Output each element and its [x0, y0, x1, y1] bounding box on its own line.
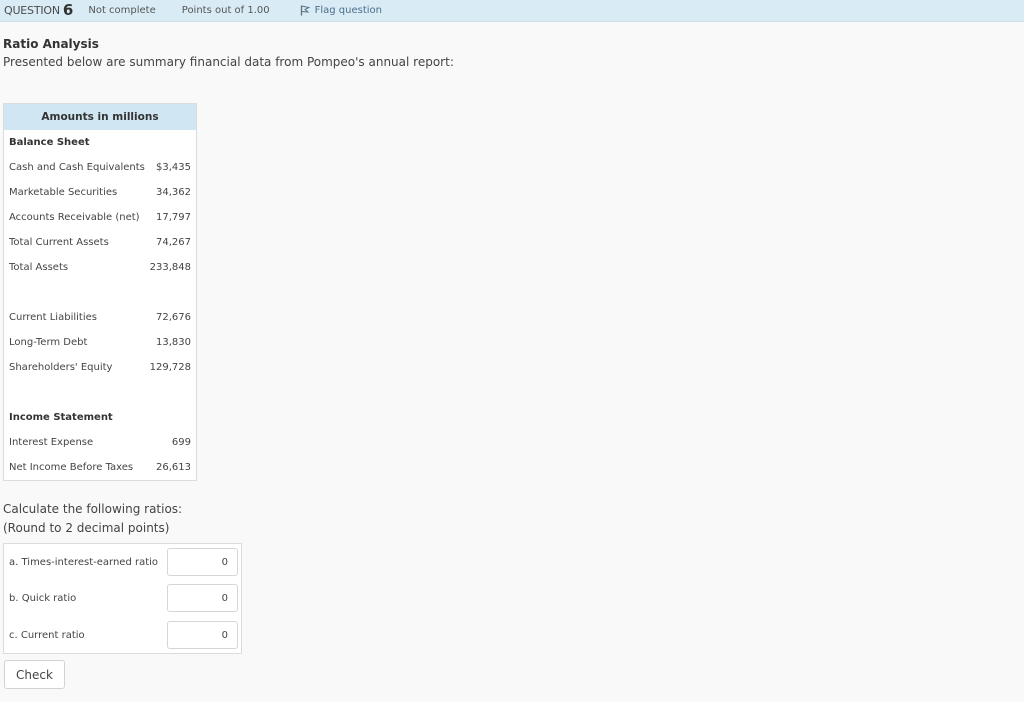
section-heading: Balance Sheet: [4, 130, 196, 155]
row-value: 233,848: [149, 262, 191, 273]
question-info-bar: QUESTION 6 Not complete Points out of 1.…: [0, 0, 1024, 22]
question-number: 6: [62, 0, 74, 19]
financial-data-table: Amounts in millions Balance Sheet Cash a…: [3, 103, 197, 481]
row-value: 72,676: [156, 312, 191, 323]
table-row: Interest Expense 699: [4, 430, 196, 455]
section-label: Income Statement: [9, 412, 113, 423]
instruction-line: Calculate the following ratios:: [3, 502, 183, 516]
section-label: Balance Sheet: [9, 137, 90, 148]
points-info: Points out of 1.00: [181, 5, 270, 16]
answer-panel: a. Times-interest-earned ratio b. Quick …: [3, 543, 242, 654]
row-label: Accounts Receivable (net): [9, 212, 140, 223]
answer-label: c. Current ratio: [9, 629, 85, 641]
section-heading: Income Statement: [4, 405, 196, 430]
completion-status: Not complete: [88, 5, 156, 16]
answer-row-quick-ratio: b. Quick ratio: [4, 584, 241, 612]
question-intro: Presented below are summary financial da…: [3, 55, 454, 69]
flag-question-link[interactable]: Flag question: [300, 5, 382, 16]
answer-label: a. Times-interest-earned ratio: [9, 556, 159, 568]
row-label: Shareholders' Equity: [9, 362, 113, 373]
row-label: Marketable Securities: [9, 187, 118, 198]
flag-question-label: Flag question: [314, 5, 383, 16]
row-label: Total Current Assets: [9, 237, 109, 248]
row-value: $3,435: [156, 162, 191, 173]
current-ratio-input[interactable]: [167, 621, 238, 649]
table-row: Total Current Assets 74,267: [4, 230, 196, 255]
quick-ratio-input[interactable]: [167, 584, 238, 612]
row-label: Long-Term Debt: [9, 337, 88, 348]
answer-row-times-interest-earned: a. Times-interest-earned ratio: [4, 548, 241, 576]
question-title: Ratio Analysis: [3, 37, 99, 51]
blank-row: [4, 280, 196, 305]
row-value: 13,830: [156, 337, 191, 348]
row-label: Interest Expense: [9, 437, 94, 448]
answer-row-current-ratio: c. Current ratio: [4, 621, 241, 649]
row-label: Cash and Cash Equivalents: [9, 162, 145, 173]
row-value: 34,362: [156, 187, 191, 198]
times-interest-earned-input[interactable]: [167, 548, 238, 576]
row-label: Total Assets: [9, 262, 69, 273]
table-row: Cash and Cash Equivalents $3,435: [4, 155, 196, 180]
table-row: Long-Term Debt 13,830: [4, 330, 196, 355]
row-value: 74,267: [156, 237, 191, 248]
table-row: Accounts Receivable (net) 17,797: [4, 205, 196, 230]
row-value: 17,797: [156, 212, 191, 223]
row-label: Net Income Before Taxes: [9, 462, 134, 473]
table-row: Net Income Before Taxes 26,613: [4, 455, 196, 480]
flag-icon: [300, 5, 310, 16]
calculation-instructions: Calculate the following ratios: (Round t…: [3, 500, 182, 538]
row-value: 26,613: [156, 462, 191, 473]
answer-label: b. Quick ratio: [9, 592, 77, 604]
table-row: Current Liabilities 72,676: [4, 305, 196, 330]
table-row: Total Assets 233,848: [4, 255, 196, 280]
check-button[interactable]: Check: [4, 660, 65, 689]
blank-row: [4, 380, 196, 405]
question-label: QUESTION: [4, 4, 60, 17]
row-value: 129,728: [149, 362, 191, 373]
row-label: Current Liabilities: [9, 312, 97, 323]
rounding-note: (Round to 2 decimal points): [3, 521, 170, 535]
table-row: Marketable Securities 34,362: [4, 180, 196, 205]
table-header: Amounts in millions: [4, 104, 196, 130]
table-row: Shareholders' Equity 129,728: [4, 355, 196, 380]
row-value: 699: [171, 437, 191, 448]
